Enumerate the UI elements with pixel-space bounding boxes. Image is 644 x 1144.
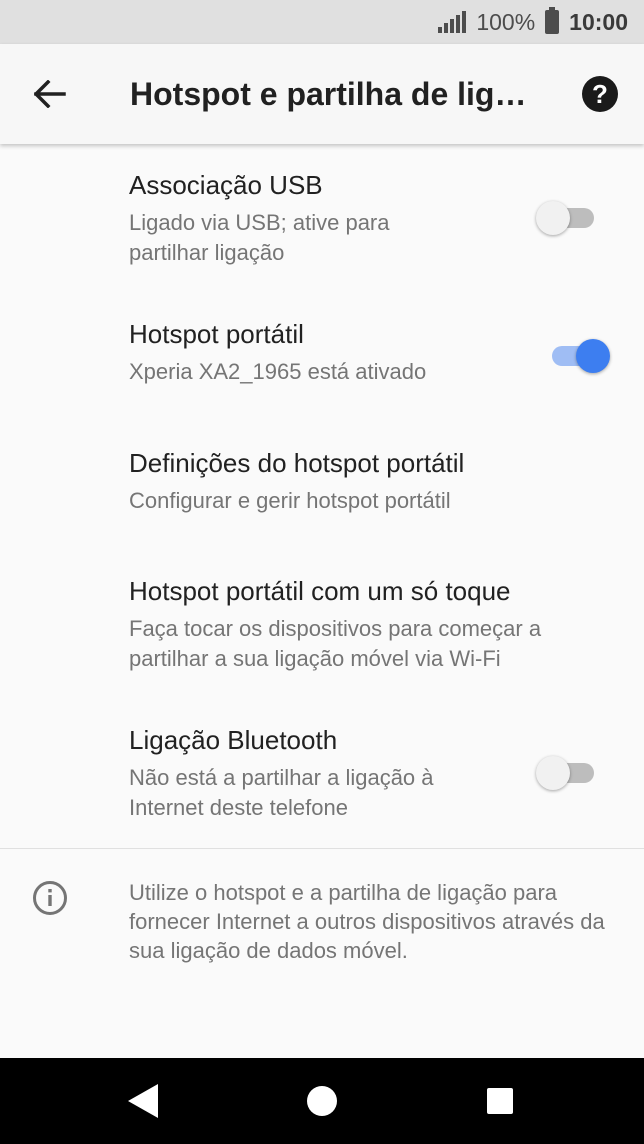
signal-icon: [438, 11, 467, 33]
bluetooth-tethering-toggle[interactable]: [536, 753, 600, 793]
item-title: Hotspot portátil: [129, 319, 304, 349]
help-button[interactable]: ?: [582, 76, 618, 112]
page-title: Hotspot e partilha de ligação: [130, 76, 542, 112]
nav-recents-icon[interactable]: [487, 1088, 513, 1114]
item-subtitle: Ligado via USB; ative para partilhar lig…: [129, 210, 390, 265]
divider: [0, 848, 644, 849]
help-circle-icon: ?: [592, 78, 608, 109]
back-button[interactable]: [26, 72, 74, 116]
battery-icon: [545, 7, 560, 34]
item-subtitle: Não está a partilhar a ligação à Interne…: [129, 765, 434, 820]
list-item-one-touch-hotspot[interactable]: Hotspot portátil com um só toque Faça to…: [129, 574, 609, 674]
info-icon: [33, 881, 67, 915]
status-bar: 100% 10:00: [0, 0, 644, 44]
list-item-portable-hotspot[interactable]: Hotspot portátil Xperia XA2_1965 está at…: [129, 317, 609, 387]
clock: 10:00: [569, 8, 628, 35]
list-item-hotspot-settings[interactable]: Definições do hotspot portátil Configura…: [129, 446, 609, 516]
battery-percent: 100%: [476, 8, 536, 35]
item-title: Ligação Bluetooth: [129, 725, 338, 755]
item-title: Definições do hotspot portátil: [129, 448, 465, 478]
item-subtitle: Faça tocar os dispositivos para começar …: [129, 616, 542, 671]
app-bar: Hotspot e partilha de ligação ?: [0, 44, 644, 144]
arrow-left-icon: [34, 80, 66, 108]
info-text: Utilize o hotspot e a partilha de ligaçã…: [129, 880, 605, 963]
usb-tethering-toggle[interactable]: [536, 198, 600, 238]
item-title: Hotspot portátil com um só toque: [129, 576, 511, 606]
item-subtitle: Xperia XA2_1965 está ativado: [129, 359, 427, 384]
navigation-bar: [0, 1058, 644, 1144]
nav-home-icon[interactable]: [307, 1086, 337, 1116]
portable-hotspot-toggle[interactable]: [546, 336, 610, 376]
nav-back-icon[interactable]: [126, 1082, 162, 1120]
item-title: Associação USB: [129, 170, 323, 200]
item-subtitle: Configurar e gerir hotspot portátil: [129, 488, 451, 513]
